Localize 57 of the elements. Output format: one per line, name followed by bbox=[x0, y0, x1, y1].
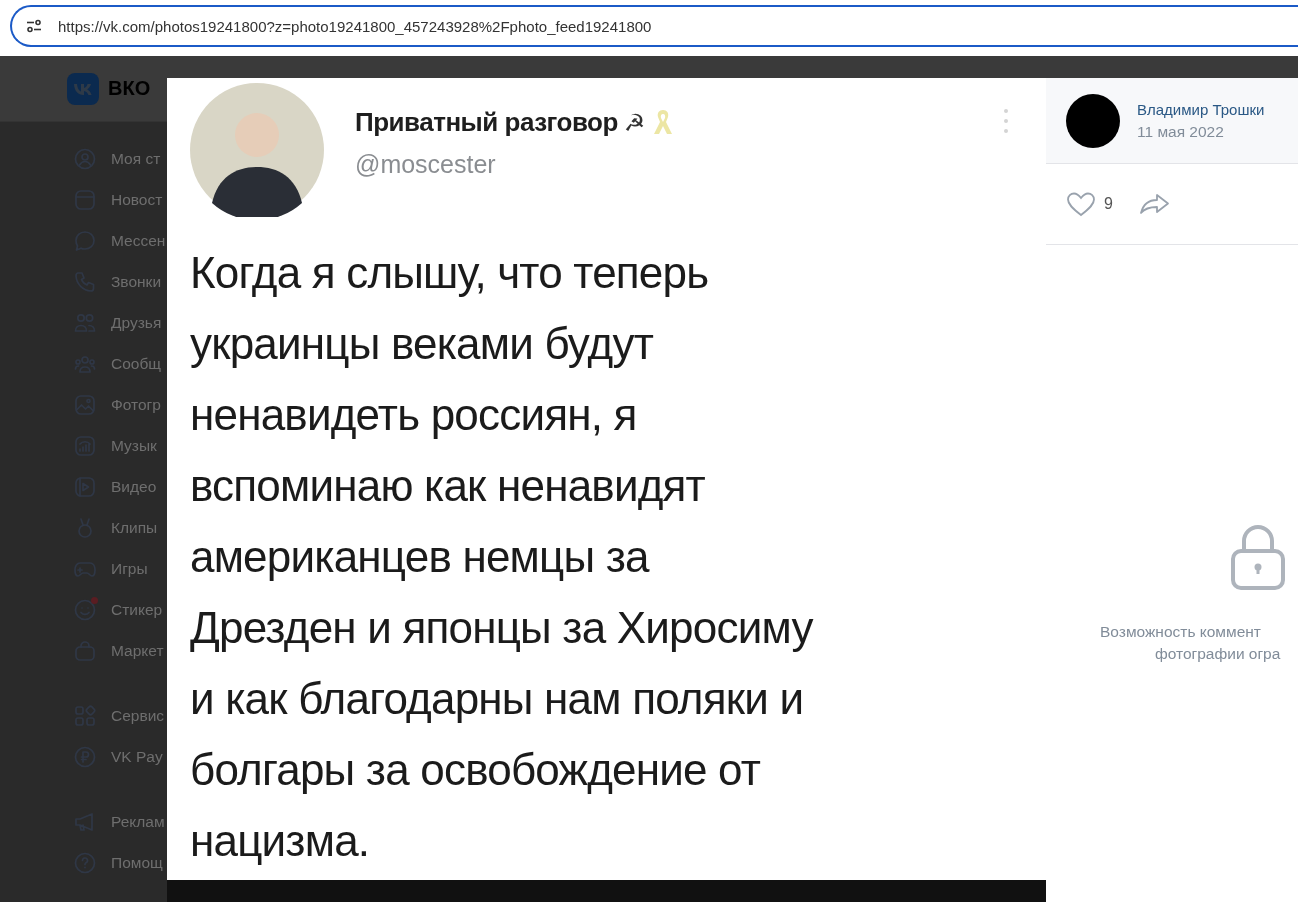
author-name[interactable]: Владимир Трошки bbox=[1137, 100, 1265, 118]
heart-icon bbox=[1066, 191, 1096, 217]
sidebar-item[interactable]: Фотогр bbox=[74, 384, 167, 425]
music-icon bbox=[74, 434, 96, 457]
ruble-icon bbox=[74, 745, 96, 768]
site-settings-icon[interactable] bbox=[26, 18, 42, 34]
grid-icon bbox=[74, 704, 96, 727]
avatar-icon[interactable] bbox=[1066, 93, 1120, 148]
sidebar-item[interactable]: Новост bbox=[74, 179, 167, 220]
avatar-icon bbox=[190, 83, 324, 217]
name-symbol: ☭ bbox=[623, 108, 646, 137]
share-icon[interactable] bbox=[1138, 192, 1171, 216]
user-icon bbox=[74, 147, 96, 170]
notice-text: Возможность коммент bbox=[1100, 623, 1262, 641]
sidebar-item[interactable]: Стикер bbox=[74, 589, 167, 630]
image-icon bbox=[74, 393, 96, 416]
tweet-text-line: Когда я слышу, что теперь bbox=[190, 247, 710, 299]
account-handle: @moscester bbox=[355, 150, 497, 179]
help-icon bbox=[74, 851, 96, 874]
more-icon bbox=[1003, 108, 1009, 134]
sidebar-item[interactable]: Мессен bbox=[74, 220, 167, 261]
sidebar-item[interactable]: Помощ bbox=[74, 842, 167, 883]
smiley-icon bbox=[74, 598, 96, 621]
address-field[interactable]: https://vk.com/photos19241800?z=photo19241800_457243928%2Fphoto_feed19241800 bbox=[10, 5, 1298, 47]
sidebar-item[interactable]: Сервис bbox=[74, 695, 167, 736]
tweet-text-line: ненавидеть россиян, я bbox=[190, 389, 638, 441]
sidebar-item[interactable]: Реклам bbox=[74, 801, 167, 842]
post-date[interactable]: 11 мая 2022 bbox=[1137, 122, 1265, 141]
sidebar-item[interactable]: Клипы bbox=[74, 507, 167, 548]
tweet-text-line: и как благодарны нам поляки и bbox=[190, 673, 805, 725]
tweet-text-line: Дрезден и японцы за Хиросиму bbox=[190, 602, 815, 654]
sidebar-item[interactable]: Звонки bbox=[74, 261, 167, 302]
sidebar-item[interactable]: Сообщ bbox=[74, 343, 167, 384]
logo-text[interactable]: ВКО bbox=[108, 77, 151, 100]
sidebar-item[interactable]: Музык bbox=[74, 425, 167, 466]
sidebar-item[interactable]: Видео bbox=[74, 466, 167, 507]
sidebar-item[interactable]: Моя ст bbox=[74, 138, 167, 179]
tweet-text-line: вспоминаю как ненавидят bbox=[190, 460, 706, 512]
like-button[interactable]: 9 bbox=[1066, 191, 1113, 217]
lock-icon bbox=[1230, 523, 1286, 591]
megaphone-icon bbox=[74, 810, 96, 833]
bag-icon bbox=[74, 639, 96, 662]
sidebar-item[interactable]: Игры bbox=[74, 548, 167, 589]
sidebar-item[interactable]: Маркет bbox=[74, 630, 167, 671]
tweet-text-line: украинцы веками будут bbox=[190, 318, 655, 370]
sidebar-item[interactable]: Друзья bbox=[74, 302, 167, 343]
tweet-text-line: американцев немцы за bbox=[190, 531, 651, 583]
people-icon bbox=[74, 311, 96, 334]
account-name: Приватный разговор bbox=[355, 107, 618, 138]
sidebar-item[interactable]: VK Pay bbox=[74, 736, 167, 777]
phone-icon bbox=[74, 270, 96, 293]
notice-text: фотографии огра bbox=[1155, 645, 1282, 663]
newspaper-icon bbox=[74, 188, 96, 211]
video-icon bbox=[74, 475, 96, 498]
tweet-text-line: болгары за освобождение от bbox=[190, 744, 762, 796]
chat-icon bbox=[74, 229, 96, 252]
tweet-text-line: нацизма. bbox=[190, 815, 371, 867]
